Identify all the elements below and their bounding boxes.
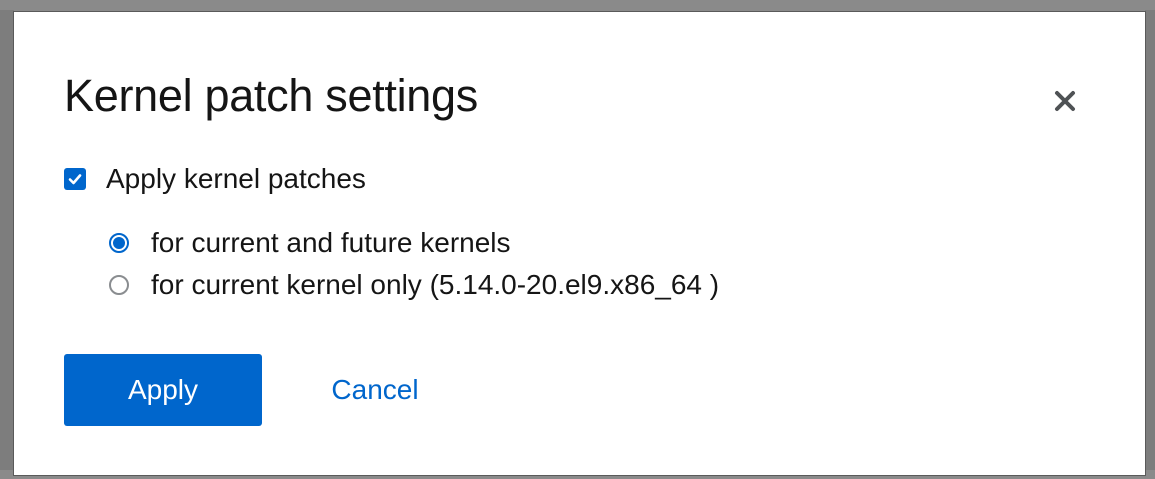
radio-current-only-row[interactable]: for current kernel only (5.14.0-20.el9.x… bbox=[109, 268, 719, 302]
radio-current-and-future[interactable] bbox=[109, 233, 129, 253]
radio-selected-dot bbox=[113, 237, 125, 249]
apply-kernel-patches-checkbox[interactable] bbox=[64, 168, 86, 190]
apply-button[interactable]: Apply bbox=[64, 354, 262, 426]
apply-kernel-patches-checkbox-row[interactable]: Apply kernel patches bbox=[64, 162, 366, 196]
background-page-edge-left bbox=[0, 10, 14, 470]
dialog-title: Kernel patch settings bbox=[64, 70, 478, 121]
background-page-edge-right bbox=[1145, 10, 1155, 470]
checkmark-icon bbox=[68, 174, 82, 185]
radio-current-kernel-only[interactable] bbox=[109, 275, 129, 295]
apply-kernel-patches-label: Apply kernel patches bbox=[106, 163, 366, 194]
close-icon bbox=[1055, 91, 1075, 111]
cancel-button[interactable]: Cancel bbox=[310, 354, 440, 426]
radio-current-kernel-only-label: for current kernel only (5.14.0-20.el9.x… bbox=[151, 269, 720, 300]
close-button[interactable] bbox=[1048, 84, 1082, 118]
kernel-patch-settings-dialog: Kernel patch settings Apply kernel patch… bbox=[14, 12, 1145, 475]
radio-current-and-future-row[interactable]: for current and future kernels bbox=[109, 226, 511, 260]
radio-current-and-future-label: for current and future kernels bbox=[151, 227, 511, 258]
